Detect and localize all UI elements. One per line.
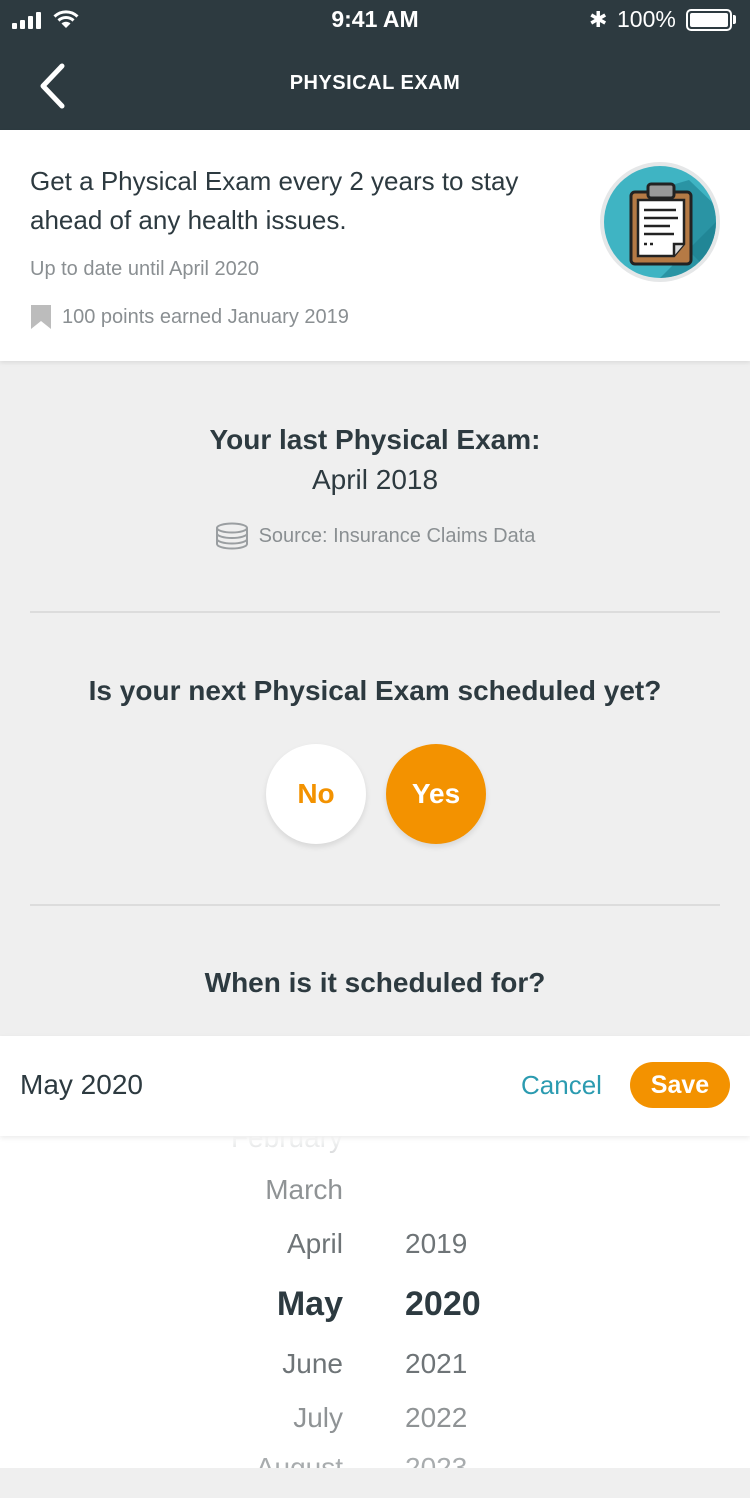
month-option[interactable]: April — [287, 1228, 343, 1260]
battery-tip — [733, 15, 736, 24]
database-icon — [215, 522, 248, 550]
when-question: When is it scheduled for? — [204, 967, 546, 998]
up-to-date-text: Up to date until April 2020 — [30, 258, 260, 280]
month-option[interactable]: June — [282, 1348, 343, 1380]
exam-description: Get a Physical Exam every 2 years to sta… — [30, 166, 519, 235]
month-option-selected[interactable]: May — [277, 1285, 343, 1324]
divider — [30, 904, 720, 906]
last-exam-title: Your last Physical Exam: — [209, 424, 541, 455]
bottom-bar — [0, 1468, 750, 1498]
yes-button[interactable]: Yes — [386, 744, 486, 844]
month-option[interactable]: July — [293, 1402, 343, 1434]
points-earned: 100 points earned January 2019 — [30, 304, 349, 330]
info-card: Get a Physical Exam every 2 years to sta… — [0, 130, 750, 361]
status-bar: 9:41 AM ✱ 100% — [0, 0, 750, 40]
wheel-top-fade — [0, 1136, 750, 1176]
date-picker-toolbar: May 2020 Cancel Save — [0, 1036, 750, 1136]
year-option[interactable]: 2022 — [405, 1402, 467, 1434]
month-year-wheel[interactable]: February March April May June July Augus… — [0, 1136, 750, 1468]
data-source: Source: Insurance Claims Data — [0, 522, 750, 550]
clipboard-badge — [600, 162, 720, 282]
battery-icon — [686, 9, 732, 31]
cancel-button[interactable]: Cancel — [521, 1070, 602, 1101]
month-option[interactable]: February — [231, 1136, 343, 1154]
save-button[interactable]: Save — [630, 1062, 730, 1108]
scheduled-question: Is your next Physical Exam scheduled yet… — [88, 675, 662, 706]
picker-selected-value: May 2020 — [20, 1069, 143, 1100]
bookmark-icon — [31, 305, 51, 329]
year-option[interactable]: 2019 — [405, 1228, 467, 1260]
points-text: 100 points earned January 2019 — [62, 305, 349, 328]
clipboard-icon — [629, 180, 716, 278]
year-option-selected[interactable]: 2020 — [405, 1285, 481, 1324]
last-exam-date: April 2018 — [311, 464, 439, 495]
month-option[interactable]: August — [256, 1452, 343, 1468]
divider — [30, 611, 720, 613]
page-title: PHYSICAL EXAM — [289, 72, 461, 94]
year-option[interactable]: 2021 — [405, 1348, 467, 1380]
source-text: Source: Insurance Claims Data — [258, 524, 536, 547]
bluetooth-icon: ✱ — [589, 7, 608, 32]
app-header: 9:41 AM ✱ 100% PHYSICAL EXAM — [0, 0, 750, 130]
year-option[interactable]: 2023 — [405, 1452, 467, 1468]
no-button[interactable]: No — [266, 744, 366, 844]
battery-percentage: 100% — [617, 6, 676, 32]
month-option[interactable]: March — [265, 1174, 343, 1206]
